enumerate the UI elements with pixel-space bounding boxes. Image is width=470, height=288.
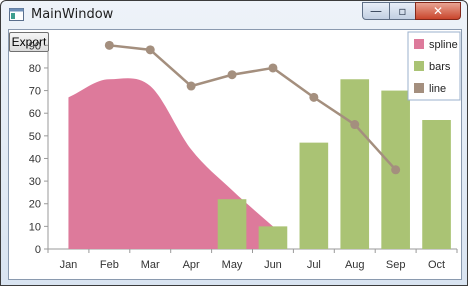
x-tick-label: Oct	[428, 259, 445, 271]
bar	[340, 79, 370, 249]
bar	[422, 120, 451, 249]
x-tick-label: Mar	[141, 259, 160, 271]
client-area: Export 0 10 20 30 40 50 60 70 80 90 Jan Feb Mar Apr Ma…	[8, 29, 462, 280]
y-tick-label: 40	[29, 153, 41, 165]
line-point	[391, 165, 401, 175]
close-button[interactable]: ✕	[415, 2, 461, 20]
maximize-icon: ▫	[398, 4, 407, 18]
legend-swatch	[414, 83, 424, 93]
legend: spline bars line	[407, 31, 461, 101]
app-icon	[9, 8, 24, 21]
legend-label: line	[429, 83, 446, 95]
y-tick-label: 80	[29, 63, 41, 75]
minimize-icon: —	[370, 4, 382, 18]
y-tick-label: 50	[29, 131, 41, 143]
x-tick-label: Sep	[386, 259, 406, 271]
y-tick-label: 30	[29, 176, 41, 188]
line-point	[350, 120, 360, 130]
maximize-button[interactable]: ▫	[389, 2, 416, 20]
x-tick-label: Jan	[60, 259, 78, 271]
legend-swatch	[414, 61, 424, 71]
x-tick-label: Feb	[100, 259, 119, 271]
chart: 0 10 20 30 40 50 60 70 80 90 Jan Feb Mar Apr May Jun Jul…	[29, 31, 461, 271]
line-point	[145, 45, 155, 55]
x-tick-label: Aug	[345, 259, 365, 271]
legend-label: bars	[429, 61, 451, 73]
y-tick-label: 70	[29, 86, 41, 98]
x-tick-label: Apr	[183, 259, 200, 271]
bar	[217, 199, 247, 249]
window-title: MainWindow	[31, 7, 114, 22]
legend-label: spline	[429, 39, 458, 51]
close-icon: ✕	[432, 4, 444, 18]
minimize-button[interactable]: —	[362, 2, 390, 20]
line-point	[268, 63, 278, 73]
legend-swatch	[414, 39, 424, 49]
line-point	[227, 70, 237, 80]
y-tick-label: 20	[29, 199, 41, 211]
x-tick-label: Jun	[264, 259, 282, 271]
line-point	[104, 40, 114, 50]
line-point	[309, 92, 319, 102]
x-tick-label: May	[222, 259, 243, 271]
y-tick-label: 0	[35, 244, 41, 256]
main-window: MainWindow — ▫ ✕ Export 0 10 20 30 40 50 60 70 8…	[0, 0, 468, 286]
y-tick-label: 10	[29, 221, 41, 233]
line-point	[186, 81, 196, 91]
bar	[258, 226, 288, 249]
y-tick-label: 90	[29, 40, 41, 52]
title-bar[interactable]: MainWindow — ▫ ✕	[1, 1, 467, 29]
y-tick-label: 60	[29, 108, 41, 120]
x-tick-label: Jul	[307, 259, 321, 271]
bar	[299, 142, 329, 249]
